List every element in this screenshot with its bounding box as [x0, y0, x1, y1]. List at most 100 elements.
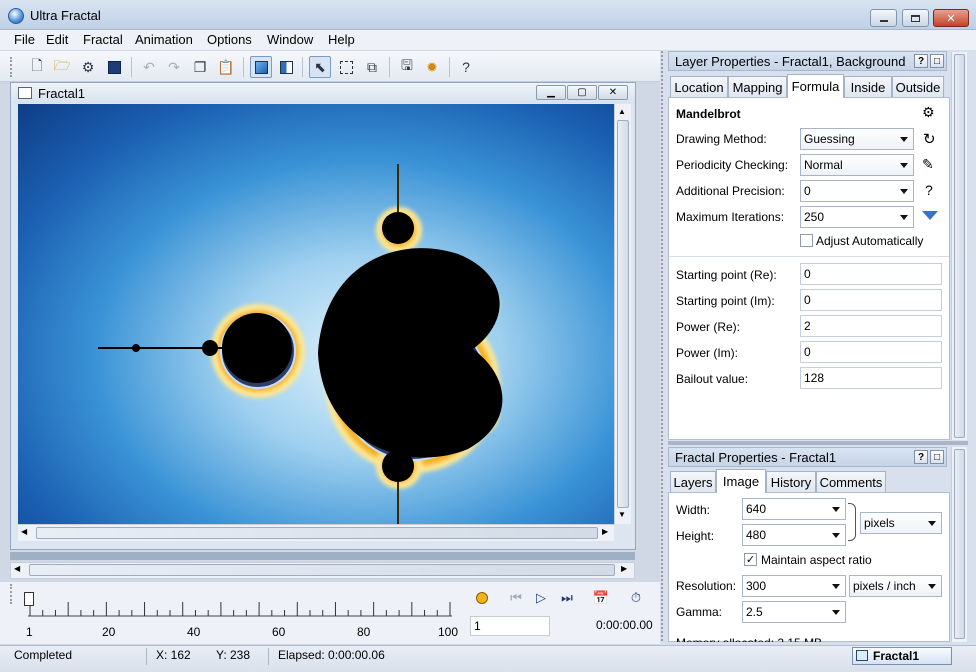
first-frame-button[interactable]: ⏮: [506, 588, 526, 608]
formula-browse-button[interactable]: ⚙: [922, 104, 935, 121]
layer-view-button[interactable]: [250, 56, 272, 78]
render-to-disk-icon: 🖫: [401, 57, 413, 73]
animation-grip[interactable]: [10, 584, 14, 604]
last-frame-button[interactable]: ⏭: [557, 588, 577, 608]
fractal-window-title: Fractal1: [38, 86, 85, 101]
fractal-help-button[interactable]: ?: [914, 450, 928, 464]
timeline-marker[interactable]: [24, 592, 34, 606]
animation-settings-button[interactable]: 📅: [591, 588, 611, 608]
menu-fractal[interactable]: Fractal: [83, 32, 123, 47]
maintain-aspect-checkbox[interactable]: ✓: [744, 553, 757, 566]
size-units-select[interactable]: pixels: [860, 512, 942, 534]
maximize-button[interactable]: [902, 9, 929, 27]
drawing-method-select[interactable]: Guessing: [800, 128, 914, 150]
height-select[interactable]: 480: [742, 524, 846, 546]
copy-button[interactable]: ❐: [189, 56, 211, 78]
power-re-input[interactable]: 2: [800, 315, 942, 337]
animation-splitter[interactable]: [10, 552, 635, 560]
restore-icon: □: [933, 55, 941, 67]
scroll-up-icon[interactable]: ▲: [618, 107, 626, 116]
tab-image[interactable]: Image: [716, 469, 766, 493]
fractal-close-button[interactable]: ✕: [598, 85, 628, 100]
scroll-left-icon[interactable]: ◀: [21, 527, 27, 536]
vertical-scroll-thumb[interactable]: [617, 120, 629, 508]
power-im-input[interactable]: 0: [800, 341, 942, 363]
panel-grip[interactable]: [661, 51, 665, 641]
settings-button[interactable]: ✹: [421, 56, 443, 78]
scroll-right-icon[interactable]: ▶: [602, 527, 608, 536]
tab-inside[interactable]: Inside: [844, 76, 892, 97]
close-button[interactable]: ✕: [933, 9, 969, 27]
menu-file[interactable]: File: [14, 32, 35, 47]
tab-location[interactable]: Location: [670, 76, 728, 97]
fractal-horizontal-scrollbar[interactable]: ◀ ▶: [18, 524, 614, 541]
pan-button[interactable]: [335, 56, 357, 78]
save-button[interactable]: [103, 56, 125, 78]
width-select[interactable]: 640: [742, 498, 846, 520]
scroll-down-icon[interactable]: ▼: [618, 510, 626, 519]
panel-splitter[interactable]: [668, 441, 968, 445]
redo-button[interactable]: ↷: [163, 56, 185, 78]
fractal-canvas[interactable]: [18, 104, 614, 524]
fractal-vertical-scrollbar[interactable]: ▲ ▼: [614, 104, 631, 524]
undo-button[interactable]: ↶: [138, 56, 160, 78]
open-parameters-button[interactable]: ⚙: [77, 56, 99, 78]
select-button[interactable]: ⬉: [309, 56, 331, 78]
scroll-left-icon[interactable]: ◀: [14, 564, 20, 573]
starting-point-re-input[interactable]: 0: [800, 263, 942, 285]
starting-point-im-input[interactable]: 0: [800, 289, 942, 311]
tab-outside[interactable]: Outside: [892, 76, 944, 97]
tab-formula[interactable]: Formula: [787, 74, 844, 98]
reset-button[interactable]: ↻: [923, 130, 936, 148]
open-button[interactable]: 🗁: [51, 56, 73, 78]
adjust-automatically-checkbox[interactable]: [800, 234, 813, 247]
paste-button[interactable]: 📋: [215, 56, 237, 78]
resolution-select[interactable]: 300: [742, 575, 846, 597]
fractal-close-button[interactable]: □: [930, 450, 944, 464]
animation-scrollbar[interactable]: ◀ ▶: [10, 562, 635, 579]
formula-help-button[interactable]: ?: [925, 182, 933, 198]
expand-triangle-icon[interactable]: [922, 211, 938, 220]
gamma-select[interactable]: 2.5: [742, 601, 846, 623]
additional-precision-select[interactable]: 0: [800, 180, 914, 202]
scroll-thumb[interactable]: [954, 449, 965, 639]
tab-mapping[interactable]: Mapping: [728, 76, 787, 97]
animation-scroll-thumb[interactable]: [29, 564, 615, 576]
menu-window[interactable]: Window: [267, 32, 313, 47]
play-button[interactable]: ▷: [531, 588, 551, 608]
menu-animation[interactable]: Animation: [135, 32, 193, 47]
menu-help[interactable]: Help: [328, 32, 355, 47]
tab-comments[interactable]: Comments: [816, 471, 886, 492]
tab-layers[interactable]: Layers: [670, 471, 716, 492]
menu-edit[interactable]: Edit: [46, 32, 68, 47]
menu-options[interactable]: Options: [207, 32, 252, 47]
minimize-button[interactable]: [870, 9, 897, 27]
edit-formula-button[interactable]: ✎: [922, 156, 934, 173]
scroll-right-icon[interactable]: ▶: [621, 564, 627, 573]
periodicity-checking-select[interactable]: Normal: [800, 154, 914, 176]
record-button[interactable]: [472, 588, 492, 608]
frame-number-input[interactable]: 1: [470, 616, 550, 636]
horizontal-scroll-thumb[interactable]: [36, 527, 598, 539]
toolbar-grip[interactable]: [10, 57, 14, 77]
fractal-maximize-button[interactable]: ▢: [567, 85, 597, 100]
fractal-minimize-button[interactable]: ▁: [536, 85, 566, 100]
timeline-ruler[interactable]: [28, 596, 452, 617]
fractal-panel-scrollbar[interactable]: [951, 447, 967, 642]
new-button[interactable]: 🗋: [26, 56, 48, 78]
tick-label: 1: [26, 625, 33, 639]
layer-close-button[interactable]: □: [930, 54, 944, 68]
keyframes-button[interactable]: ⏱: [626, 588, 646, 608]
refresh-icon: ↻: [923, 131, 936, 148]
layer-panel-scrollbar[interactable]: [951, 52, 967, 440]
zoom-button[interactable]: ⧉: [361, 56, 383, 78]
tab-history[interactable]: History: [766, 471, 816, 492]
bailout-value-input[interactable]: 128: [800, 367, 942, 389]
maximum-iterations-select[interactable]: 250: [800, 206, 914, 228]
render-to-disk-button[interactable]: 🖫: [396, 56, 418, 78]
scroll-thumb[interactable]: [954, 54, 965, 438]
help-button[interactable]: ?: [455, 56, 477, 78]
resolution-units-select[interactable]: pixels / inch: [849, 575, 942, 597]
full-view-button[interactable]: [275, 56, 297, 78]
layer-help-button[interactable]: ?: [914, 54, 928, 68]
